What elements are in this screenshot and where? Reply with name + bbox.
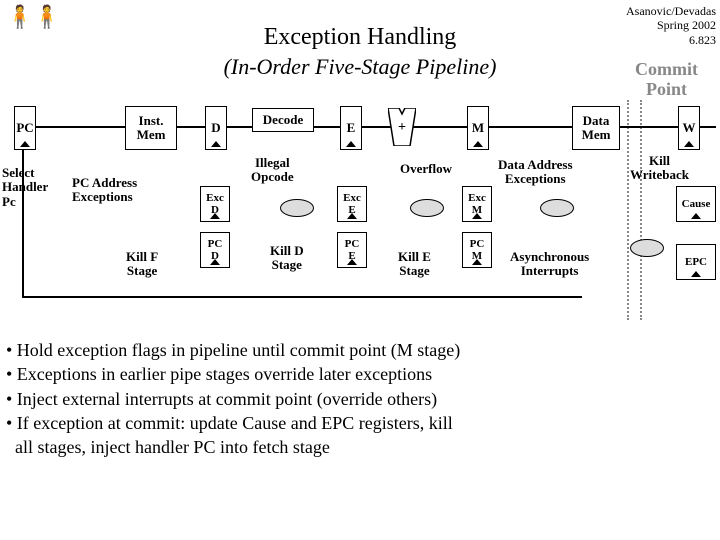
w-label: W (683, 121, 696, 135)
pipeline-diagram: PC Inst. Mem D Decode E + M Data Mem W S… (0, 104, 720, 334)
m-label: M (472, 121, 484, 135)
bullet-3: • Inject external interrupts at commit p… (6, 387, 460, 411)
page-title: Exception Handling (0, 24, 720, 51)
pc-addr-exc-label: PC Address Exceptions (72, 176, 137, 205)
exc-e-register: Exc E (337, 186, 367, 222)
exc-m-register: Exc M (462, 186, 492, 222)
inst-mem-box: Inst. Mem (125, 106, 177, 150)
alu-icon: + (388, 108, 416, 146)
alu-plus: + (388, 120, 416, 136)
cause-register: Cause (676, 186, 716, 222)
d-label: D (211, 121, 220, 135)
exc-d-register: Exc D (200, 186, 230, 222)
w-register: W (678, 106, 700, 150)
pc-register: PC (14, 106, 36, 150)
kill-f-label: Kill F Stage (126, 250, 158, 279)
bullet-4: • If exception at commit: update Cause a… (6, 411, 460, 435)
illegal-opcode-label: Illegal Opcode (251, 156, 294, 185)
merge-oval-d (280, 199, 314, 217)
decode-box: Decode (252, 108, 314, 132)
merge-oval-w (630, 239, 664, 257)
merge-oval-e (410, 199, 444, 217)
kill-d-label: Kill D Stage (270, 244, 304, 273)
select-handler-label: Select Handler Pc (2, 166, 48, 209)
e-register: E (340, 106, 362, 150)
bullet-1: • Hold exception flags in pipeline until… (6, 338, 460, 362)
bullet-list: • Hold exception flags in pipeline until… (6, 338, 460, 459)
merge-oval-m (540, 199, 574, 217)
kill-e-label: Kill E Stage (398, 250, 431, 279)
feedback-line (22, 296, 582, 298)
data-mem-box: Data Mem (572, 106, 620, 150)
overflow-label: Overflow (400, 162, 452, 176)
pc-m-register: PC M (462, 232, 492, 268)
m-register: M (467, 106, 489, 150)
pc-e-register: PC E (337, 232, 367, 268)
kill-writeback-label: Kill Writeback (630, 154, 689, 183)
d-register: D (205, 106, 227, 150)
async-interrupts-label: Asynchronous Interrupts (510, 250, 589, 279)
bullet-5: all stages, inject handler PC into fetch… (6, 435, 460, 459)
data-addr-exc-label: Data Address Exceptions (498, 158, 573, 187)
feedback-vline (22, 150, 24, 297)
e-label: E (347, 121, 356, 135)
pc-d-register: PC D (200, 232, 230, 268)
commit-point-label: Commit Point (635, 60, 698, 100)
epc-register: EPC (676, 244, 716, 280)
pc-label: PC (16, 121, 33, 135)
page-subtitle: (In-Order Five-Stage Pipeline) (0, 54, 720, 80)
bullet-2: • Exceptions in earlier pipe stages over… (6, 362, 460, 386)
header-line1: Asanovic/Devadas (626, 4, 716, 18)
